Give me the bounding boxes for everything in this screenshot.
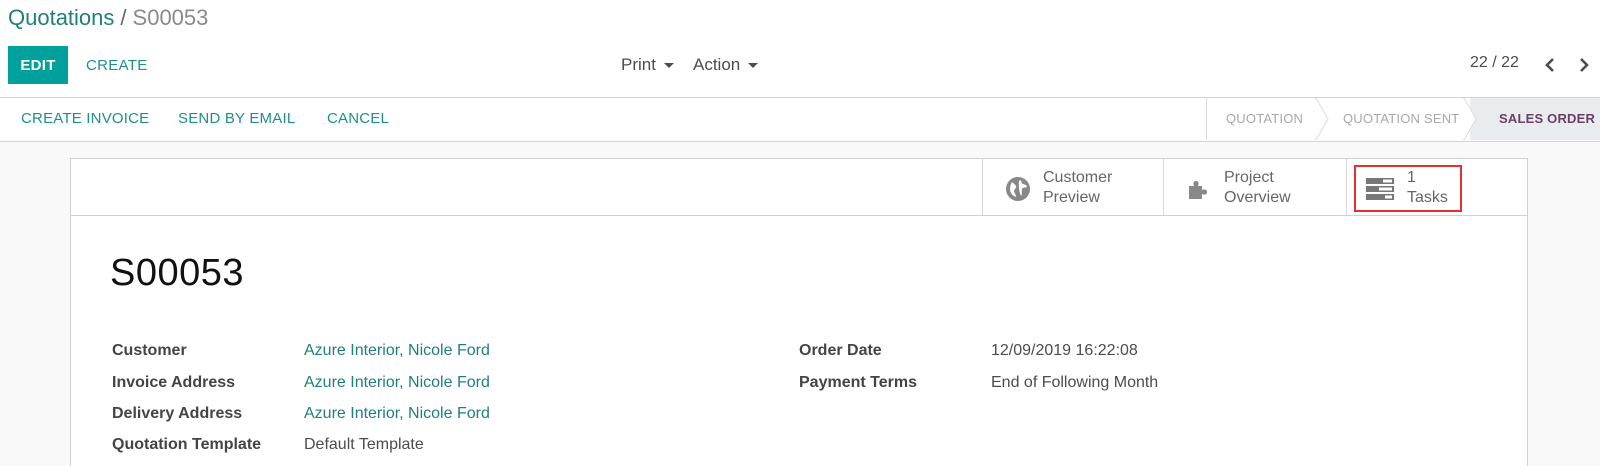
breadcrumb: Quotations / S00053 bbox=[8, 4, 208, 32]
send-by-email-button[interactable]: SEND BY EMAIL bbox=[178, 98, 295, 140]
tasks-icon bbox=[1366, 178, 1394, 200]
pager-previous-button[interactable] bbox=[1539, 52, 1561, 78]
breadcrumb-current: S00053 bbox=[132, 5, 209, 30]
breadcrumb-separator: / bbox=[120, 5, 127, 30]
chevron-right-icon bbox=[1580, 58, 1589, 72]
customer-preview-label: Customer Preview bbox=[1043, 169, 1113, 206]
project-overview-label: Project Overview bbox=[1224, 169, 1291, 206]
project-overview-button[interactable]: Project Overview bbox=[1163, 159, 1346, 215]
customer-preview-button[interactable]: Customer Preview bbox=[982, 159, 1163, 215]
stage-quotation[interactable]: QUOTATION bbox=[1226, 98, 1303, 140]
form-statusbar: CREATE INVOICE SEND BY EMAIL CANCEL QUOT… bbox=[0, 98, 1600, 142]
customer-label: Customer bbox=[112, 342, 187, 359]
print-dropdown[interactable]: Print bbox=[621, 52, 674, 78]
globe-icon bbox=[1006, 177, 1030, 201]
create-invoice-button[interactable]: CREATE INVOICE bbox=[21, 98, 149, 140]
quotation-template-label: Quotation Template bbox=[112, 436, 262, 453]
payment-terms-value: End of Following Month bbox=[991, 374, 1159, 391]
action-label: Action bbox=[693, 55, 741, 74]
customer-value[interactable]: Azure Interior, Nicole Ford bbox=[304, 342, 490, 360]
control-panel: Quotations / S00053 EDIT CREATE Print Acti… bbox=[0, 0, 1600, 98]
invoice-address-value[interactable]: Azure Interior, Nicole Ford bbox=[304, 374, 490, 392]
tasks-button[interactable]: 1 Tasks bbox=[1346, 159, 1527, 215]
chevron-left-icon bbox=[1545, 58, 1554, 72]
puzzle-icon bbox=[1189, 181, 1207, 199]
payment-terms-label: Payment Terms bbox=[799, 374, 917, 391]
stage-sales-order[interactable]: SALES ORDER bbox=[1499, 98, 1595, 140]
create-button[interactable]: CREATE bbox=[78, 46, 156, 84]
record-title: S00053 bbox=[110, 252, 245, 294]
invoice-address-label: Invoice Address bbox=[112, 374, 236, 391]
caret-down-icon bbox=[663, 62, 674, 68]
tasks-label: 1 Tasks bbox=[1407, 169, 1448, 206]
edit-button[interactable]: EDIT bbox=[8, 46, 68, 84]
caret-down-icon bbox=[748, 62, 759, 68]
cancel-button[interactable]: CANCEL bbox=[327, 98, 389, 140]
pager-next-button[interactable] bbox=[1573, 52, 1595, 78]
breadcrumb-quotations-link[interactable]: Quotations bbox=[8, 5, 114, 30]
print-label: Print bbox=[621, 55, 656, 74]
action-dropdown[interactable]: Action bbox=[693, 52, 759, 78]
delivery-address-value[interactable]: Azure Interior, Nicole Ford bbox=[304, 405, 490, 423]
order-date-label: Order Date bbox=[799, 342, 882, 359]
pager-value[interactable]: 22 / 22 bbox=[1470, 54, 1519, 72]
delivery-address-label: Delivery Address bbox=[112, 405, 243, 422]
quotation-template-value: Default Template bbox=[304, 436, 424, 453]
stage-quotation-sent[interactable]: QUOTATION SENT bbox=[1343, 98, 1459, 140]
order-date-value: 12/09/2019 16:22:08 bbox=[991, 342, 1138, 359]
smart-button-box: Customer Preview Project Overview 1 Task… bbox=[71, 159, 1527, 216]
form-sheet: Customer Preview Project Overview 1 Task… bbox=[70, 158, 1528, 466]
